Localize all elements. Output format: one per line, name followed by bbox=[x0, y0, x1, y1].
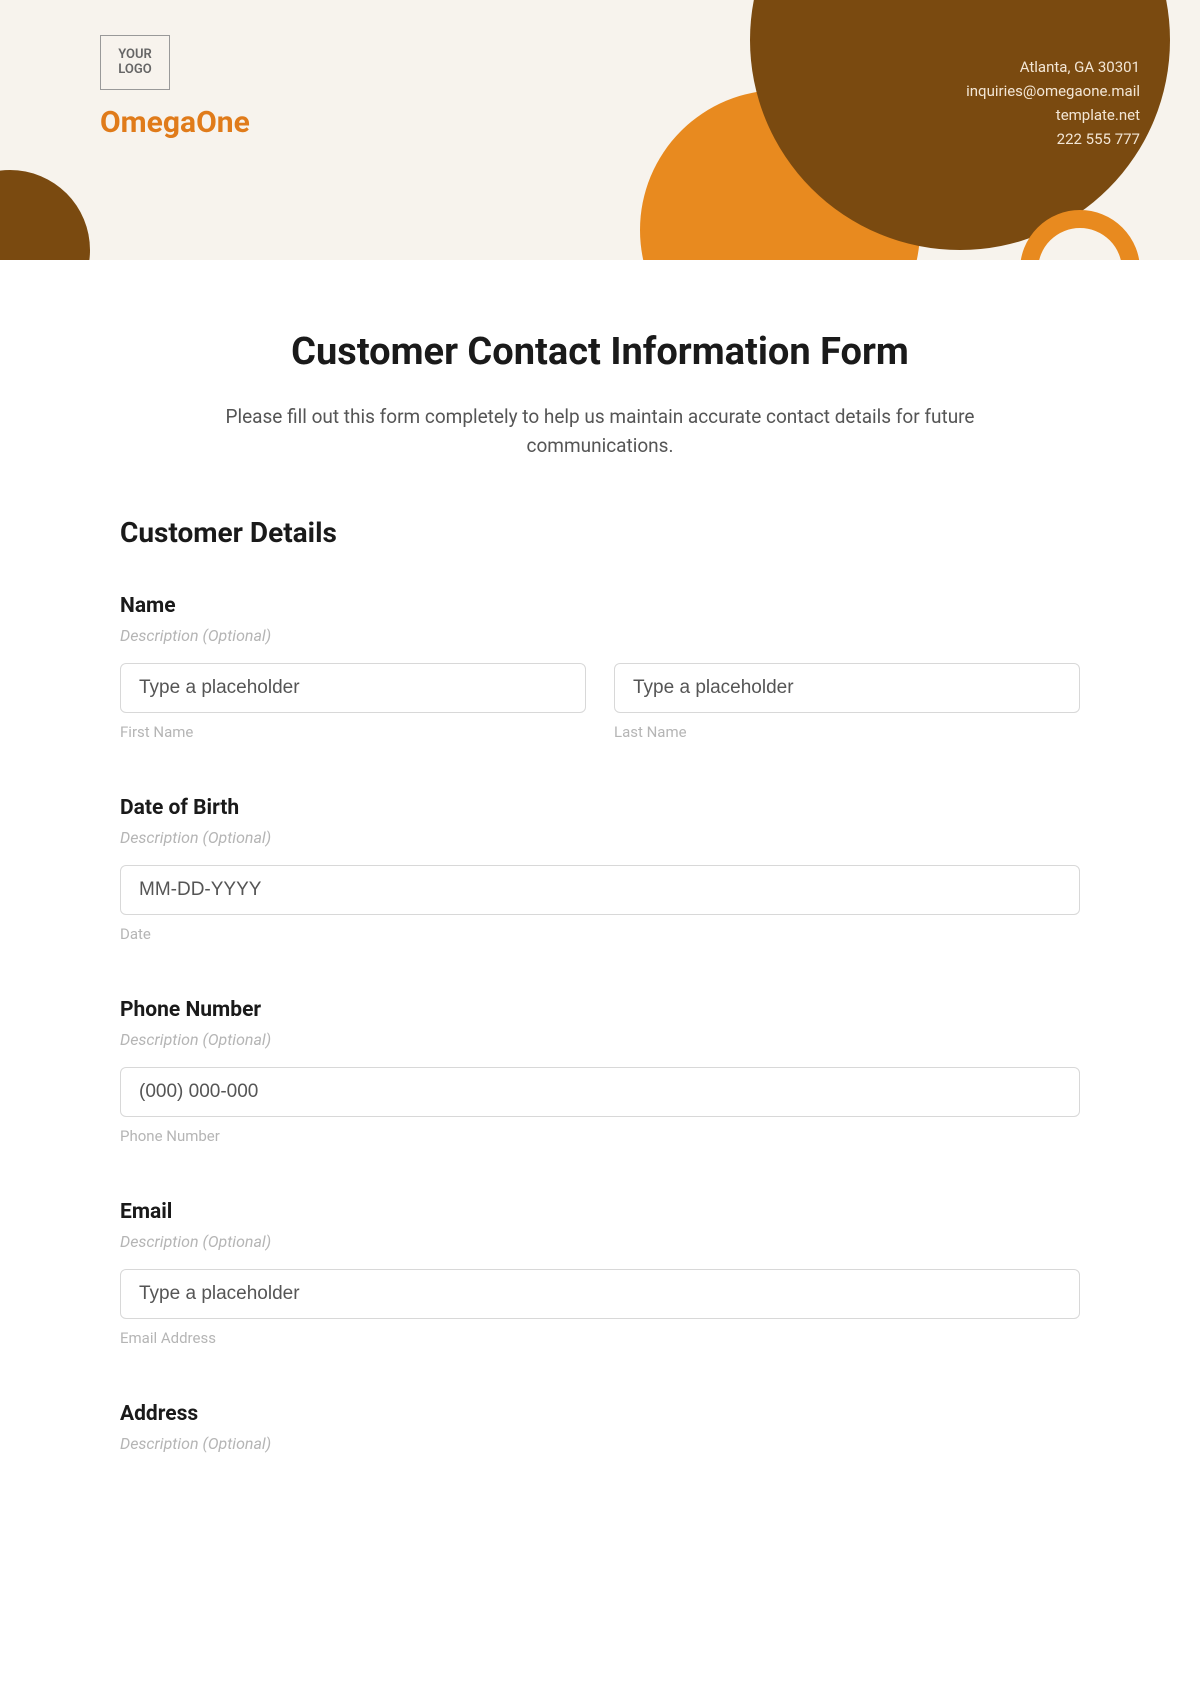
logo-placeholder: YOUR LOGO bbox=[100, 35, 170, 90]
field-description: Description (Optional) bbox=[120, 1434, 1080, 1453]
last-name-input[interactable] bbox=[614, 663, 1080, 713]
field-description: Description (Optional) bbox=[120, 1030, 1080, 1049]
first-name-input[interactable] bbox=[120, 663, 586, 713]
section-heading-customer-details: Customer Details bbox=[120, 516, 1080, 549]
form-instructions: Please fill out this form completely to … bbox=[170, 402, 1030, 461]
brand-name: OmegaOne bbox=[100, 105, 250, 140]
sublabel-last-name: Last Name bbox=[614, 723, 1080, 741]
sublabel-phone: Phone Number bbox=[120, 1127, 1080, 1145]
contact-address: Atlanta, GA 30301 bbox=[966, 55, 1140, 79]
decorative-circle bbox=[0, 170, 90, 260]
phone-input[interactable] bbox=[120, 1067, 1080, 1117]
field-group-dob: Date of Birth Description (Optional) Dat… bbox=[120, 796, 1080, 943]
field-description: Description (Optional) bbox=[120, 626, 1080, 645]
field-description: Description (Optional) bbox=[120, 828, 1080, 847]
sublabel-first-name: First Name bbox=[120, 723, 586, 741]
field-label-address: Address bbox=[120, 1402, 1080, 1426]
page-title: Customer Contact Information Form bbox=[120, 330, 1080, 374]
sublabel-email: Email Address bbox=[120, 1329, 1080, 1347]
contact-phone: 222 555 777 bbox=[966, 127, 1140, 151]
field-label-name: Name bbox=[120, 594, 1080, 618]
field-label-phone: Phone Number bbox=[120, 998, 1080, 1022]
dob-input[interactable] bbox=[120, 865, 1080, 915]
form-body: Customer Contact Information Form Please… bbox=[0, 260, 1200, 1453]
header-banner: YOUR LOGO OmegaOne Atlanta, GA 30301 inq… bbox=[0, 0, 1200, 260]
field-group-phone: Phone Number Description (Optional) Phon… bbox=[120, 998, 1080, 1145]
field-label-dob: Date of Birth bbox=[120, 796, 1080, 820]
email-input[interactable] bbox=[120, 1269, 1080, 1319]
contact-info: Atlanta, GA 30301 inquiries@omegaone.mai… bbox=[966, 55, 1140, 151]
field-group-name: Name Description (Optional) First Name L… bbox=[120, 594, 1080, 741]
field-group-email: Email Description (Optional) Email Addre… bbox=[120, 1200, 1080, 1347]
field-group-address: Address Description (Optional) bbox=[120, 1402, 1080, 1453]
field-label-email: Email bbox=[120, 1200, 1080, 1224]
sublabel-date: Date bbox=[120, 925, 1080, 943]
contact-website: template.net bbox=[966, 103, 1140, 127]
field-description: Description (Optional) bbox=[120, 1232, 1080, 1251]
contact-email: inquiries@omegaone.mail bbox=[966, 79, 1140, 103]
